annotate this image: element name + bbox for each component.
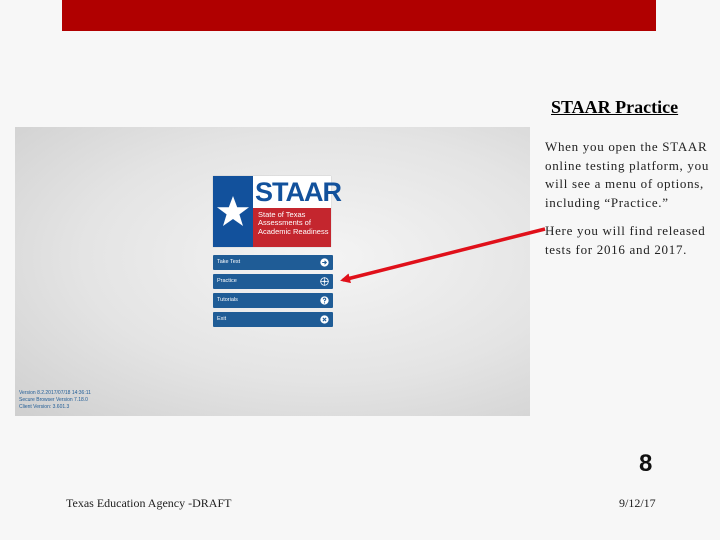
- body-paragraph: Here you will find released tests for 20…: [545, 223, 706, 257]
- slide-number: 8: [639, 450, 653, 477]
- body-paragraph: When you open the STAAR online testing p…: [545, 139, 710, 210]
- slide-body: When you open the STAAR online testing p…: [545, 138, 710, 269]
- pointer-arrow: [340, 227, 546, 284]
- footer-date: 9/12/17: [619, 496, 656, 510]
- footer-organization: Texas Education Agency -DRAFT: [66, 496, 232, 510]
